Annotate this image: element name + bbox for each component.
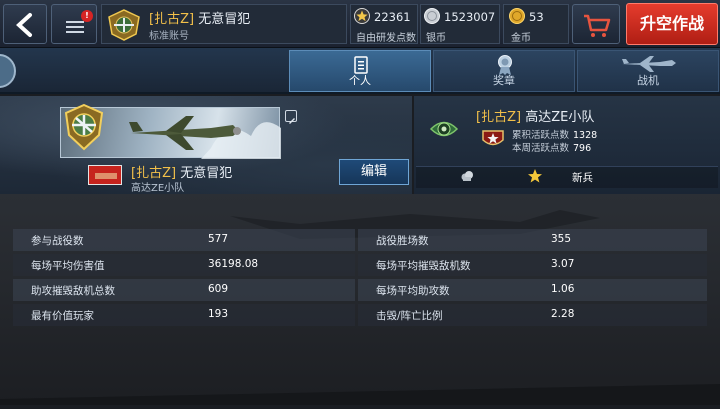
player-tag: [扎古Z] <box>149 12 195 27</box>
stat-label: 每场平均助攻数 <box>376 285 450 297</box>
tab-medals-label: 奖章 <box>493 74 515 87</box>
silver-value: 1523007 <box>444 10 496 24</box>
edit-banner-button[interactable] <box>285 110 297 124</box>
gold-coin-icon <box>509 8 525 24</box>
profile-squad: 高达ZE小队 <box>131 183 185 194</box>
stat-label: 最有价值玩家 <box>31 310 94 322</box>
gold-value: 53 <box>529 10 544 24</box>
tab-planes[interactable]: 战机 <box>577 50 719 92</box>
stat-value: 193 <box>208 308 229 320</box>
tab-medals[interactable]: 奖章 <box>433 50 575 92</box>
sortie-button[interactable]: 升空作战 <box>626 3 718 45</box>
player-name-text: 无意冒犯 <box>198 12 251 27</box>
star-medal-icon <box>354 8 370 24</box>
clan-weekly-activity: 本周活跃点数 796 <box>512 140 591 154</box>
shop-button[interactable] <box>572 4 620 44</box>
notification-badge: ! <box>81 10 93 22</box>
profile-name-text: 无意冒犯 <box>180 166 233 181</box>
clan-tag: [扎古Z] <box>476 110 522 125</box>
player-emblem-icon <box>108 9 140 41</box>
stat-value: 2.28 <box>551 308 575 320</box>
stat-value: 355 <box>551 233 572 245</box>
stat-row: 击毁/阵亡比例 2.28 <box>358 304 707 326</box>
squad-flag-icon <box>88 165 122 185</box>
silver-coin-icon <box>424 8 440 24</box>
tab-planes-label: 战机 <box>637 74 659 87</box>
star-icon <box>528 169 542 183</box>
gold-label: 金币 <box>511 33 531 44</box>
stat-row: 每场平均伤害值 36198.08 <box>13 254 355 276</box>
clan-name: [扎古Z] 高达ZE小队 <box>476 106 594 125</box>
stat-row: 助攻摧毁敌机总数 609 <box>13 279 355 301</box>
stat-value: 1.06 <box>551 283 575 295</box>
stat-value: 36198.08 <box>208 258 259 270</box>
edit-button[interactable]: 编辑 <box>339 159 409 185</box>
back-button[interactable] <box>3 4 47 44</box>
cart-icon <box>584 14 611 37</box>
clan-rank-label: 新兵 <box>572 172 593 184</box>
plane-icon <box>622 56 676 72</box>
stat-label: 助攻摧毁敌机总数 <box>31 285 115 297</box>
stat-row: 每场平均助攻数 1.06 <box>358 279 707 301</box>
clan-rank-icon <box>482 130 504 146</box>
stat-row: 参与战役数 577 <box>13 229 355 251</box>
stat-row: 战役胜场数 355 <box>358 229 707 251</box>
silver-label: 银币 <box>426 33 446 44</box>
tab-personal-label: 个人 <box>349 74 371 87</box>
back-arrow-icon <box>16 13 32 37</box>
pencil-icon <box>289 118 295 124</box>
stat-value: 577 <box>208 233 229 245</box>
cloud-icon <box>461 171 473 181</box>
research-points-value: 22361 <box>374 10 411 24</box>
clan-emblem-icon <box>429 121 459 137</box>
clan-name-text: 高达ZE小队 <box>525 110 595 125</box>
stat-row: 最有价值玩家 193 <box>13 304 355 326</box>
stat-label: 每场平均摧毁敌机数 <box>376 260 471 272</box>
account-type: 标准账号 <box>149 31 189 42</box>
stat-label: 战役胜场数 <box>376 235 429 247</box>
stat-row: 每场平均摧毁敌机数 3.07 <box>358 254 707 276</box>
clan-weekly-activity-value: 796 <box>573 143 592 154</box>
stat-label: 参与战役数 <box>31 235 84 247</box>
stat-value: 3.07 <box>551 258 575 270</box>
rank-emblem-icon <box>64 103 104 151</box>
clan-total-activity: 累积活跃点数 1328 <box>512 127 597 141</box>
stat-label: 击毁/阵亡比例 <box>376 310 443 322</box>
stat-label: 每场平均伤害值 <box>31 260 105 272</box>
stats-table: 参与战役数 577 每场平均伤害值 36198.08 助攻摧毁敌机总数 609 … <box>13 229 707 328</box>
clan-weekly-activity-label: 本周活跃点数 <box>512 143 570 154</box>
research-points-label: 自由研发点数 <box>356 33 416 44</box>
player-name: [扎古Z] 无意冒犯 <box>149 8 250 27</box>
stat-value: 609 <box>208 283 229 295</box>
tab-personal[interactable]: 个人 <box>289 50 431 92</box>
